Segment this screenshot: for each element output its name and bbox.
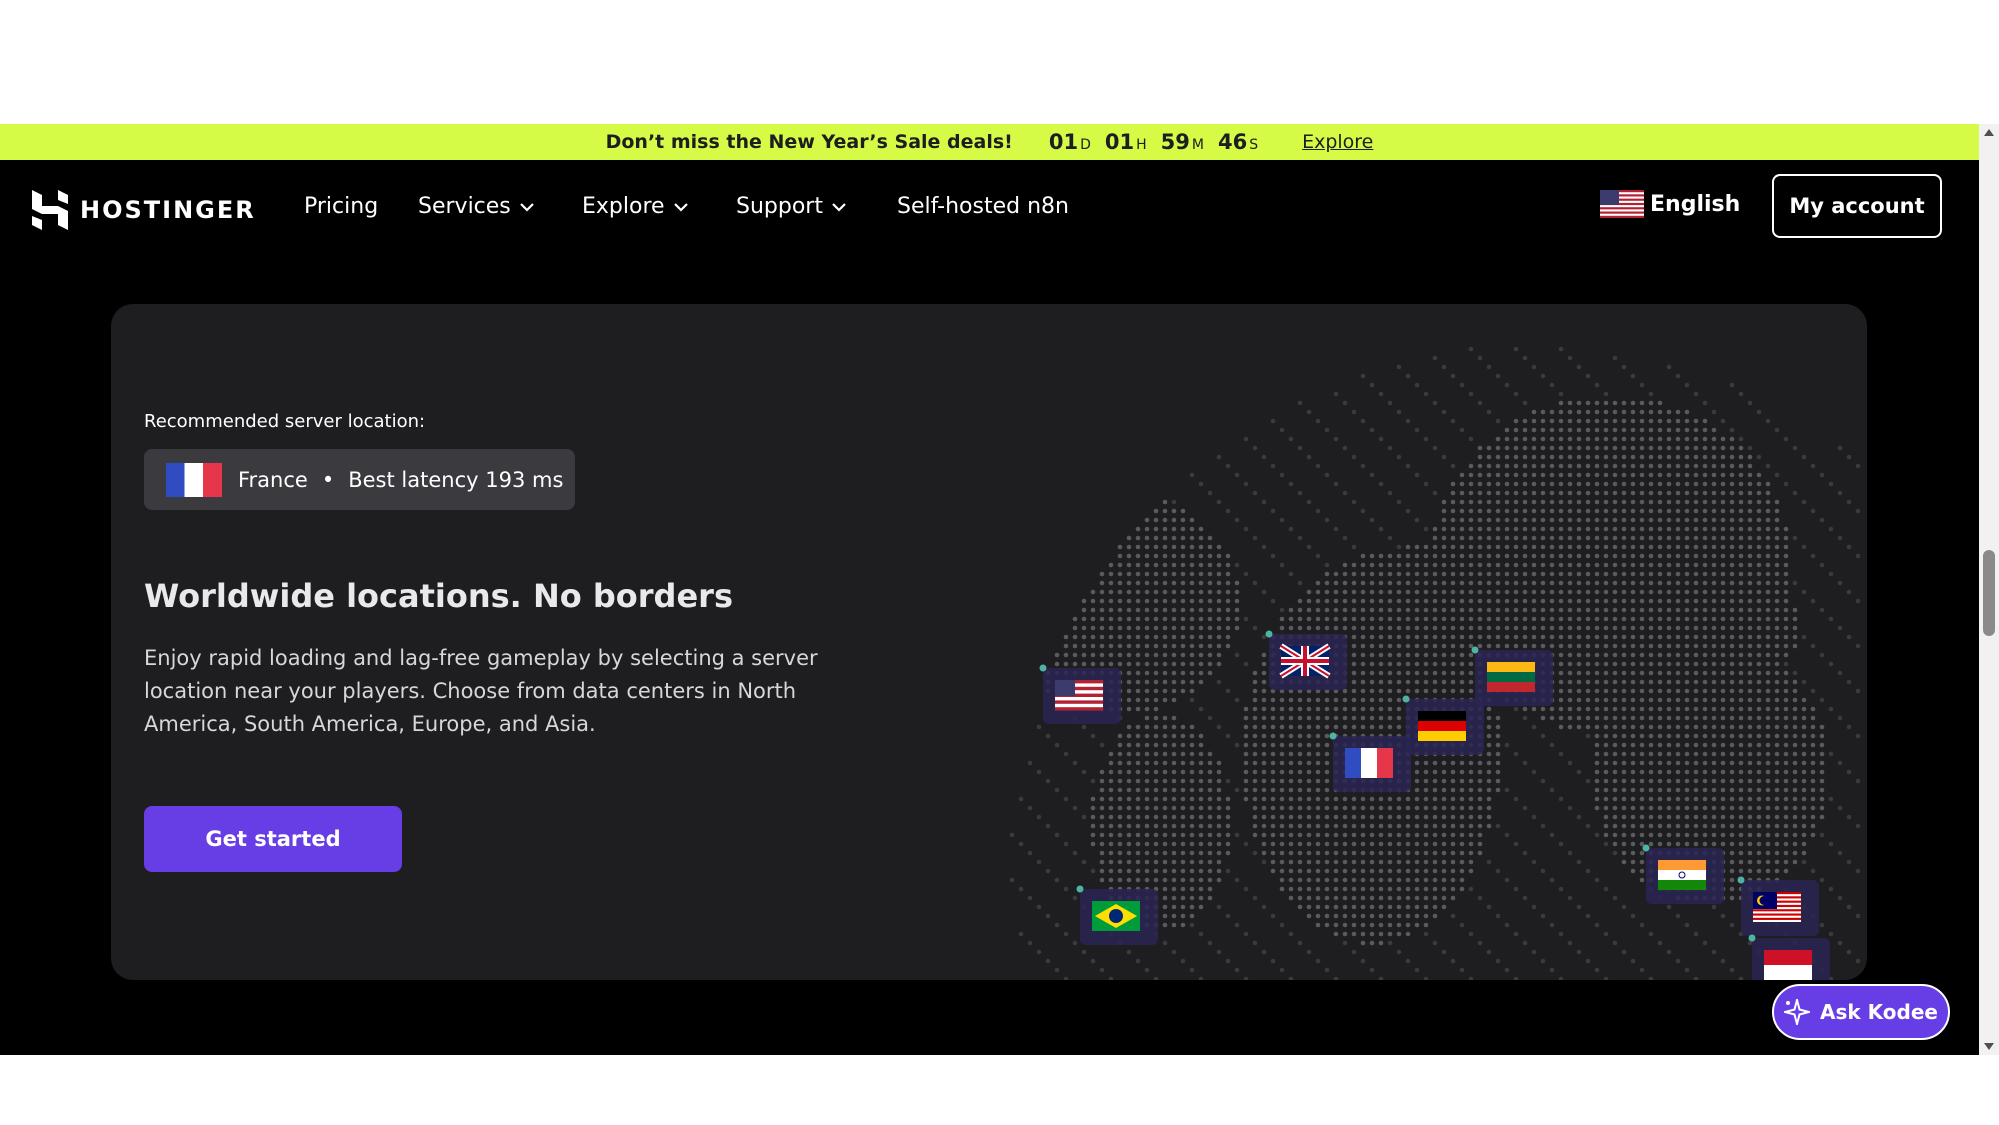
- scroll-down-arrow-icon[interactable]: [1984, 1043, 1994, 1050]
- separator-dot: •: [321, 467, 335, 492]
- promo-bar: Don’t miss the New Year’s Sale deals! 01…: [0, 124, 1979, 160]
- logo-wordmark: HOSTINGER: [80, 196, 256, 224]
- united-kingdom-flag-marker: [1265, 630, 1347, 690]
- france-flag-icon: [166, 462, 222, 497]
- countdown-hours: 01: [1104, 130, 1135, 154]
- countdown-timer: 01 D 01 H 59 M 46 S: [1049, 130, 1272, 154]
- countdown-seconds: 46: [1217, 130, 1248, 154]
- ask-kodee-label: Ask Kodee: [1820, 1000, 1938, 1024]
- browser-viewport: Don’t miss the New Year’s Sale deals! 01…: [0, 124, 1999, 1055]
- nav-explore-label: Explore: [582, 194, 665, 219]
- chevron-down-icon: [832, 202, 846, 212]
- indonesia-flag-marker: [1748, 934, 1830, 980]
- hostinger-logo-icon: [32, 190, 68, 230]
- recommended-location-pill: France • Best latency 193 ms: [144, 449, 575, 510]
- countdown-minutes: 59: [1160, 130, 1190, 154]
- nav-self-hosted-n8n-label: Self-hosted n8n: [897, 194, 1069, 219]
- promo-text: Don’t miss the New Year’s Sale deals!: [605, 131, 1013, 153]
- language-label: English: [1650, 191, 1741, 217]
- lithuania-flag-marker: [1471, 646, 1553, 706]
- nav-explore[interactable]: Explore: [582, 194, 689, 219]
- my-account-button[interactable]: My account: [1772, 174, 1942, 238]
- recommended-location-label: Recommended server location:: [144, 411, 426, 432]
- chevron-down-icon: [520, 202, 534, 212]
- malaysia-flag-marker: [1737, 876, 1819, 936]
- us-flag-icon: [1600, 190, 1644, 218]
- ask-kodee-button[interactable]: Ask Kodee: [1772, 984, 1950, 1040]
- nav-support-label: Support: [736, 194, 823, 219]
- server-locations-card: Recommended server location: France • Be…: [111, 304, 1867, 980]
- page-scrollbar[interactable]: [1979, 124, 1999, 1055]
- countdown-days: 01: [1048, 130, 1079, 154]
- countdown-minutes-unit: M: [1191, 137, 1204, 153]
- nav-pricing[interactable]: Pricing: [304, 194, 378, 219]
- india-flag-marker: [1642, 844, 1724, 904]
- countdown-hours-unit: H: [1136, 137, 1147, 153]
- germany-flag-marker: [1402, 695, 1484, 755]
- countdown-days-unit: D: [1080, 137, 1091, 153]
- nav-pricing-label: Pricing: [304, 194, 379, 219]
- promo-explore-link[interactable]: Explore: [1302, 131, 1373, 153]
- nav-self-hosted-n8n[interactable]: Self-hosted n8n: [897, 194, 1069, 219]
- chevron-down-icon: [673, 202, 688, 212]
- location-name: France: [238, 467, 308, 492]
- scroll-up-arrow-icon[interactable]: [1984, 129, 1994, 136]
- section-heading: Worldwide locations. No borders: [144, 577, 733, 615]
- france-flag-marker: [1329, 732, 1411, 792]
- language-selector[interactable]: English: [1600, 190, 1740, 218]
- globe-dots: [1009, 346, 1861, 980]
- sparkle-icon: [1784, 999, 1810, 1025]
- section-description: Enjoy rapid loading and lag-free gamepla…: [144, 646, 818, 736]
- latency-text: Best latency 193 ms: [348, 467, 564, 492]
- nav-services-label: Services: [418, 194, 511, 219]
- get-started-button[interactable]: Get started: [144, 806, 402, 872]
- united-states-flag-marker: [1039, 664, 1121, 724]
- countdown-seconds-unit: S: [1249, 137, 1259, 153]
- main-nav: HOSTINGER Pricing Services Explore Suppo…: [0, 160, 1979, 260]
- scrollbar-thumb[interactable]: [1983, 550, 1995, 636]
- brazil-flag-marker: [1076, 885, 1158, 945]
- nav-services[interactable]: Services: [418, 194, 535, 219]
- hostinger-logo[interactable]: HOSTINGER: [32, 190, 256, 230]
- nav-support[interactable]: Support: [736, 194, 847, 219]
